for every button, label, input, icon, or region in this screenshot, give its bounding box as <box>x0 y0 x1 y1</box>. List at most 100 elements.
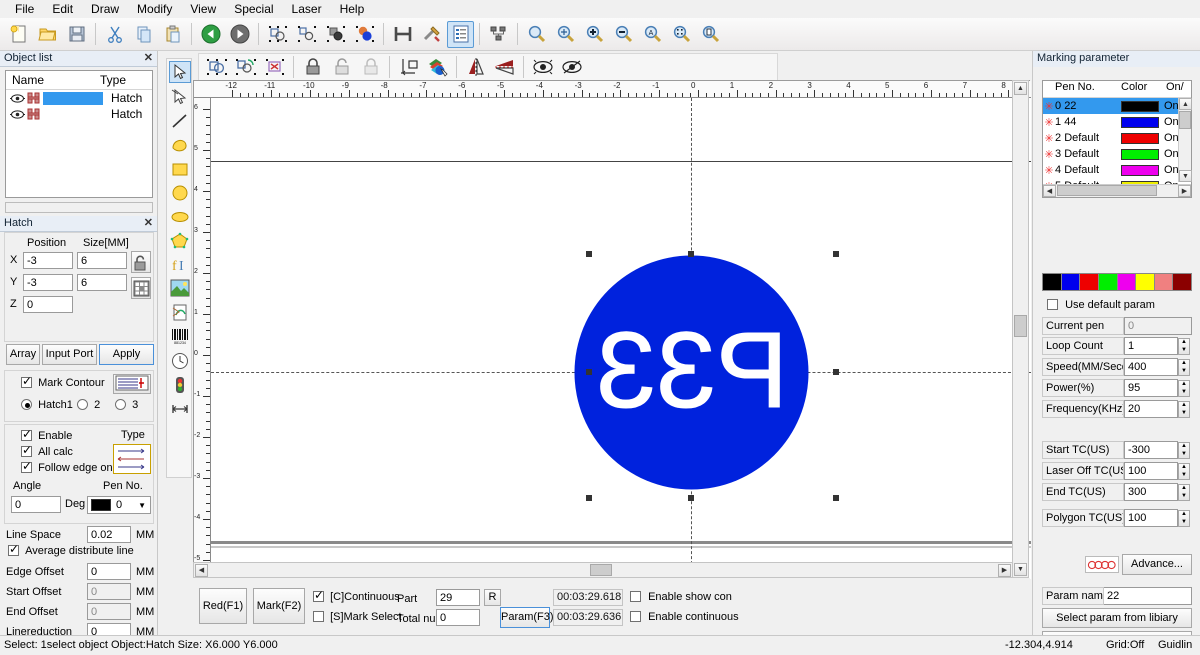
palette-swatch-1[interactable] <box>1060 273 1080 291</box>
polygon-tool[interactable] <box>170 231 190 254</box>
ellipse-tool[interactable] <box>170 207 190 230</box>
text-tool[interactable]: fI <box>170 255 190 278</box>
zoom-icon[interactable] <box>523 21 550 48</box>
zoom-all-icon[interactable]: A <box>639 21 666 48</box>
chevron-down-icon[interactable]: ▼ <box>138 501 146 510</box>
apply-button[interactable]: Apply <box>99 344 154 365</box>
pen-color-swatch-3[interactable] <box>1121 148 1159 160</box>
table-row[interactable]: ✳ 4 Default On <box>1043 162 1191 178</box>
hatch-tab-2[interactable]: 2 <box>77 399 100 411</box>
edge-offset-input[interactable] <box>87 563 131 580</box>
close-icon[interactable]: ✕ <box>144 51 153 64</box>
average-distribute-checkbox[interactable]: Average distribute line <box>8 542 134 557</box>
pen-list-vertical-scrollbar[interactable]: ▲ ▼ <box>1178 98 1192 182</box>
end-tc-spinner[interactable]: ▲ ▼ <box>1178 483 1190 501</box>
laser-off-tc-input[interactable] <box>1124 462 1178 480</box>
pen-scroll-thumb[interactable] <box>1179 111 1191 129</box>
use-default-param-check[interactable] <box>1047 299 1058 310</box>
hatch-tab-3[interactable]: 3 <box>115 399 138 411</box>
table-row[interactable]: ✳ 0 22 On <box>1043 98 1191 114</box>
color-object-icon[interactable] <box>351 21 378 48</box>
table-row[interactable]: ✳ 2 Default On <box>1043 130 1191 146</box>
canvas-vscroll-thumb[interactable] <box>1014 315 1027 337</box>
visibility-eye-icon[interactable] <box>10 109 25 120</box>
all-calc-check[interactable] <box>21 443 32 457</box>
speed-input[interactable] <box>1124 358 1178 376</box>
open-folder-icon[interactable] <box>34 21 61 48</box>
menu-item-edit[interactable]: Edit <box>43 1 82 17</box>
position-x-input[interactable] <box>23 252 73 269</box>
hatch-type-bidirectional-icon[interactable] <box>113 444 151 474</box>
reset-count-button[interactable]: R <box>484 589 501 606</box>
power-input[interactable] <box>1124 379 1178 397</box>
canvas-horizontal-scrollbar[interactable]: ◀ ▶ <box>193 562 1013 578</box>
position-y-input[interactable] <box>23 274 73 291</box>
zoom-in-icon[interactable] <box>581 21 608 48</box>
mirror-horizontal-icon[interactable] <box>462 54 489 81</box>
mirror-vertical-icon[interactable] <box>491 54 518 81</box>
mark-f2-button[interactable]: Mark(F2) <box>253 588 305 624</box>
lock-icon[interactable] <box>299 54 326 81</box>
scroll-up-arrow[interactable]: ▲ <box>1014 82 1027 95</box>
palette-swatch-0[interactable] <box>1042 273 1061 291</box>
anchor-grid-icon[interactable] <box>131 277 151 299</box>
mark-contour-check[interactable] <box>21 374 32 388</box>
total-input[interactable] <box>436 609 480 626</box>
pen-list[interactable]: Pen No. Color On/ ✳ 0 22 On ✳ 1 44 On ✳ … <box>1042 80 1192 198</box>
group-icon[interactable] <box>264 21 291 48</box>
zoom-selection-icon[interactable] <box>668 21 695 48</box>
table-row[interactable]: ✳ 1 44 On <box>1043 114 1191 130</box>
enable-checkbox[interactable]: Enable <box>21 427 72 442</box>
traffic-light-tool[interactable] <box>170 375 190 398</box>
red-f1-button[interactable]: Red(F1) <box>199 588 247 624</box>
scroll-down-arrow[interactable]: ▼ <box>1014 563 1027 576</box>
line-tool[interactable] <box>170 111 190 134</box>
pen-scroll-right-arrow[interactable]: ▶ <box>1178 185 1191 197</box>
pen-scroll-left-arrow[interactable]: ◀ <box>1043 185 1056 197</box>
deselect-icon[interactable] <box>261 54 288 81</box>
menu-item-view[interactable]: View <box>181 1 225 17</box>
advance-button[interactable]: Advance... <box>1122 554 1192 575</box>
menu-item-draw[interactable]: Draw <box>82 1 128 17</box>
rectangle-tool[interactable] <box>170 159 190 182</box>
pen-list-horizontal-scrollbar[interactable]: ◀ ▶ <box>1043 184 1191 197</box>
mark-select-check[interactable] <box>313 611 324 622</box>
canvas-vertical-scrollbar[interactable]: ▲ ▼ <box>1012 80 1029 578</box>
selection-handle-w[interactable] <box>586 369 592 375</box>
zoom-fit-icon[interactable] <box>552 21 579 48</box>
all-calc-checkbox[interactable]: All calc <box>21 443 73 458</box>
param-f3-button[interactable]: Param(F3) <box>500 607 554 628</box>
hatch-preview-icon[interactable] <box>113 374 151 394</box>
enable-continuous-checkbox[interactable]: Enable continuous <box>630 611 739 623</box>
table-row[interactable]: ✳ 3 Default On <box>1043 146 1191 162</box>
combine-icon[interactable] <box>322 21 349 48</box>
palette-swatch-4[interactable] <box>1116 273 1136 291</box>
hatch-tool-icon[interactable] <box>389 21 416 48</box>
continuous-check[interactable] <box>313 588 324 602</box>
enable-show-con-check[interactable] <box>630 591 641 602</box>
canvas-area[interactable]: -12 -11 -10 -9 -8 -7 -6 -5 -4 -3 -2 -1 0 1 2 3 4 5 6 7 8 654… <box>193 80 1031 579</box>
select-param-from-library-button[interactable]: Select param from libiary <box>1042 608 1192 628</box>
measure-tool[interactable] <box>170 399 190 422</box>
select-all-icon[interactable] <box>203 54 230 81</box>
cut-icon[interactable] <box>101 21 128 48</box>
object-list-horizontal-scrollbar[interactable] <box>5 202 153 213</box>
origin-icon[interactable] <box>395 54 422 81</box>
save-icon[interactable] <box>63 21 90 48</box>
selection-handle-n[interactable] <box>688 251 694 257</box>
menu-item-special[interactable]: Special <box>225 1 282 17</box>
unlock-icon[interactable] <box>131 251 151 273</box>
zoom-page-icon[interactable] <box>697 21 724 48</box>
laser-off-tc-spinner[interactable]: ▲ ▼ <box>1178 462 1190 480</box>
new-file-icon[interactable] <box>5 21 32 48</box>
vector-file-tool[interactable] <box>170 303 190 326</box>
start-tc-input[interactable] <box>1124 441 1178 459</box>
select-arrow-tool[interactable] <box>169 61 191 83</box>
power-spinner[interactable]: ▲ ▼ <box>1178 379 1190 397</box>
settings-tools-icon[interactable] <box>418 21 445 48</box>
selection-handle-s[interactable] <box>688 495 694 501</box>
input-port-button[interactable]: Input Port <box>42 344 97 365</box>
ungroup-icon[interactable] <box>293 21 320 48</box>
zoom-out-icon[interactable] <box>610 21 637 48</box>
node-tree-icon[interactable] <box>485 21 512 48</box>
